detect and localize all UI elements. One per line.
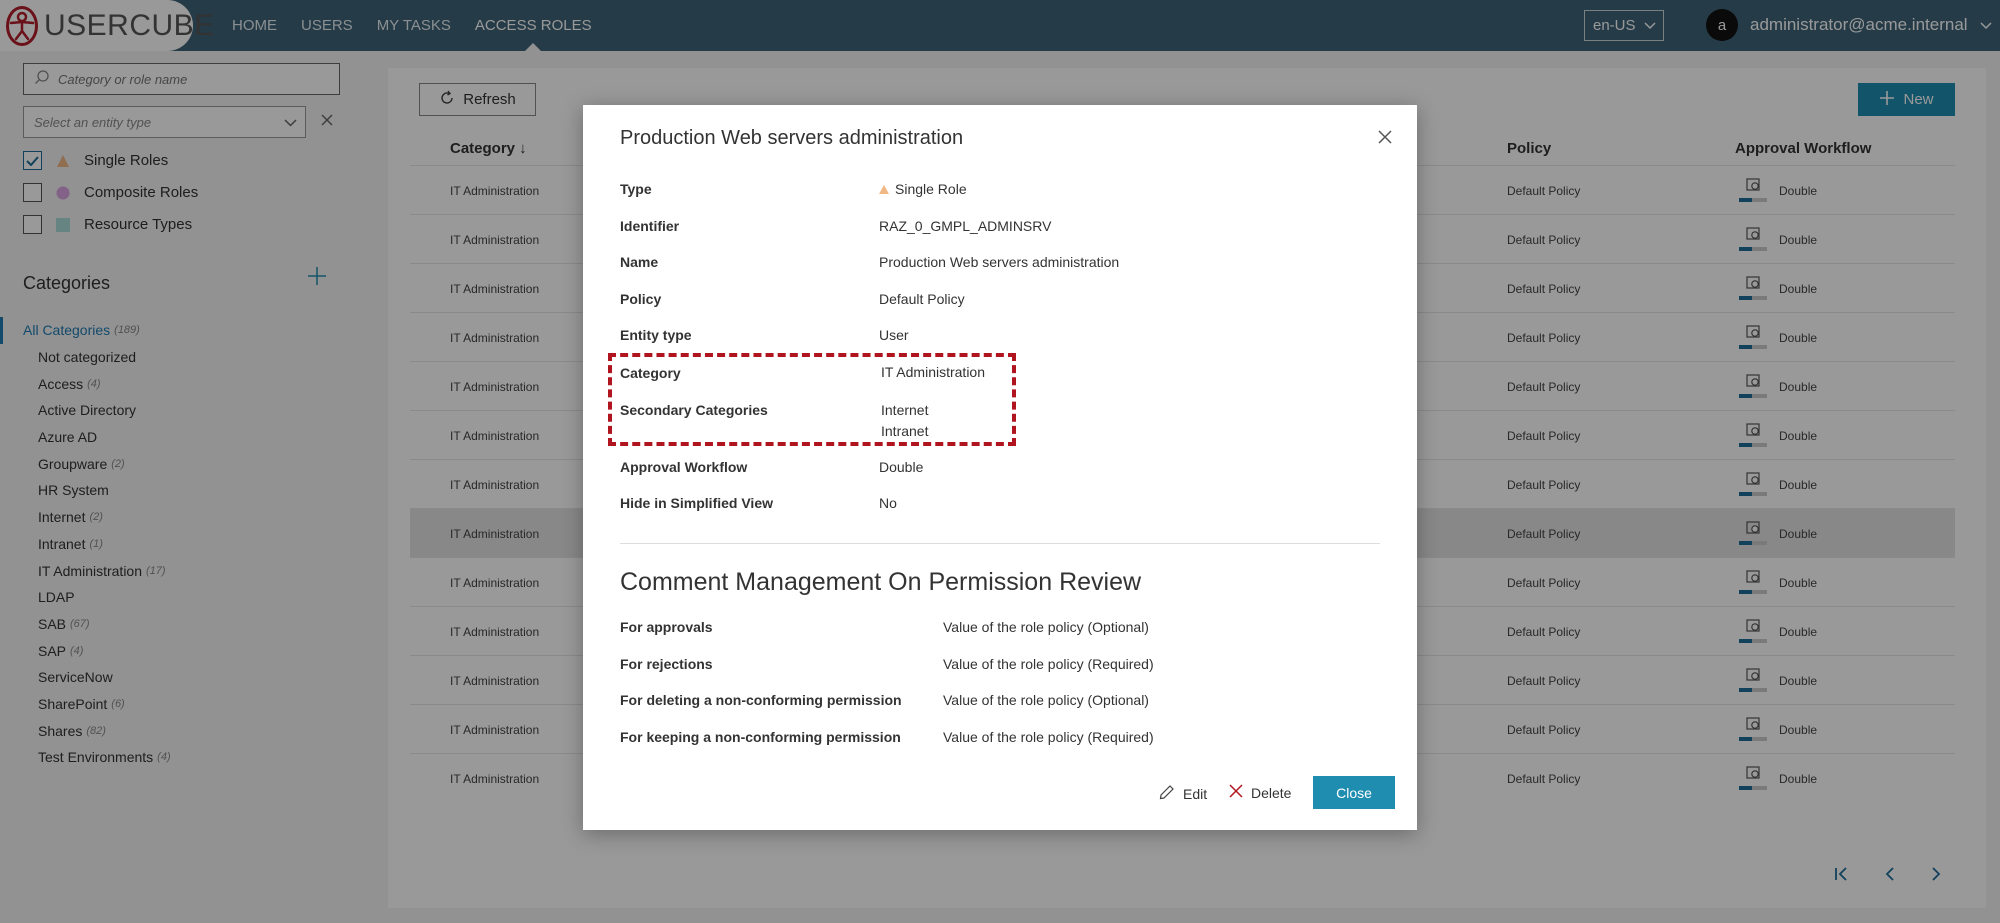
identifier-value: RAZ_0_GMPL_ADMINSRV — [879, 218, 1052, 234]
role-details-dialog: Production Web servers administration Ty… — [583, 105, 1417, 830]
delete-button[interactable]: Delete — [1229, 784, 1291, 801]
comment-rule-label: For approvals — [620, 619, 713, 635]
name-value: Production Web servers administration — [879, 254, 1120, 270]
entity-type-value: User — [879, 327, 909, 343]
single-role-triangle-icon — [879, 185, 889, 194]
type-label: Type — [620, 181, 652, 197]
dialog-title: Production Web servers administration — [620, 127, 964, 149]
edit-label: Edit — [1183, 785, 1208, 802]
hide-simplified-view-value: No — [879, 495, 897, 511]
name-label: Name — [620, 254, 659, 270]
comment-management-heading: Comment Management On Permission Review — [620, 568, 1142, 596]
close-button[interactable]: Close — [1313, 776, 1395, 809]
approval-workflow-label: Approval Workflow — [620, 459, 748, 475]
entity-type-label: Entity type — [620, 327, 692, 343]
comment-rule-value: Value of the role policy (Optional) — [943, 692, 1149, 708]
category-value: IT Administration — [881, 364, 986, 380]
type-text: Single Role — [895, 181, 967, 197]
close-dialog-button[interactable] — [1377, 129, 1397, 149]
approval-workflow-value: Double — [879, 459, 924, 475]
comment-rule-value: Value of the role policy (Optional) — [943, 619, 1149, 635]
close-icon — [1377, 130, 1393, 149]
delete-label: Delete — [1251, 784, 1292, 801]
policy-label: Policy — [620, 291, 662, 307]
hide-simplified-view-label: Hide in Simplified View — [620, 495, 773, 511]
comment-rule-label: For rejections — [620, 656, 713, 672]
type-value: Single Role — [879, 181, 967, 197]
secondary-categories-label: Secondary Categories — [620, 402, 768, 418]
comment-rule-label: For keeping a non-conforming permission — [620, 729, 901, 745]
secondary-category-value: Internet — [881, 402, 929, 418]
category-label: Category — [620, 365, 681, 381]
edit-button[interactable]: Edit — [1159, 784, 1207, 803]
secondary-category-value: Intranet — [881, 423, 929, 439]
divider — [620, 543, 1380, 544]
policy-value: Default Policy — [879, 291, 965, 307]
delete-x-icon — [1229, 784, 1243, 801]
identifier-label: Identifier — [620, 218, 680, 234]
comment-rule-value: Value of the role policy (Required) — [943, 729, 1154, 745]
comment-rule-value: Value of the role policy (Required) — [943, 656, 1154, 672]
pencil-icon — [1159, 784, 1175, 803]
comment-rule-label: For deleting a non-conforming permission — [620, 692, 902, 708]
